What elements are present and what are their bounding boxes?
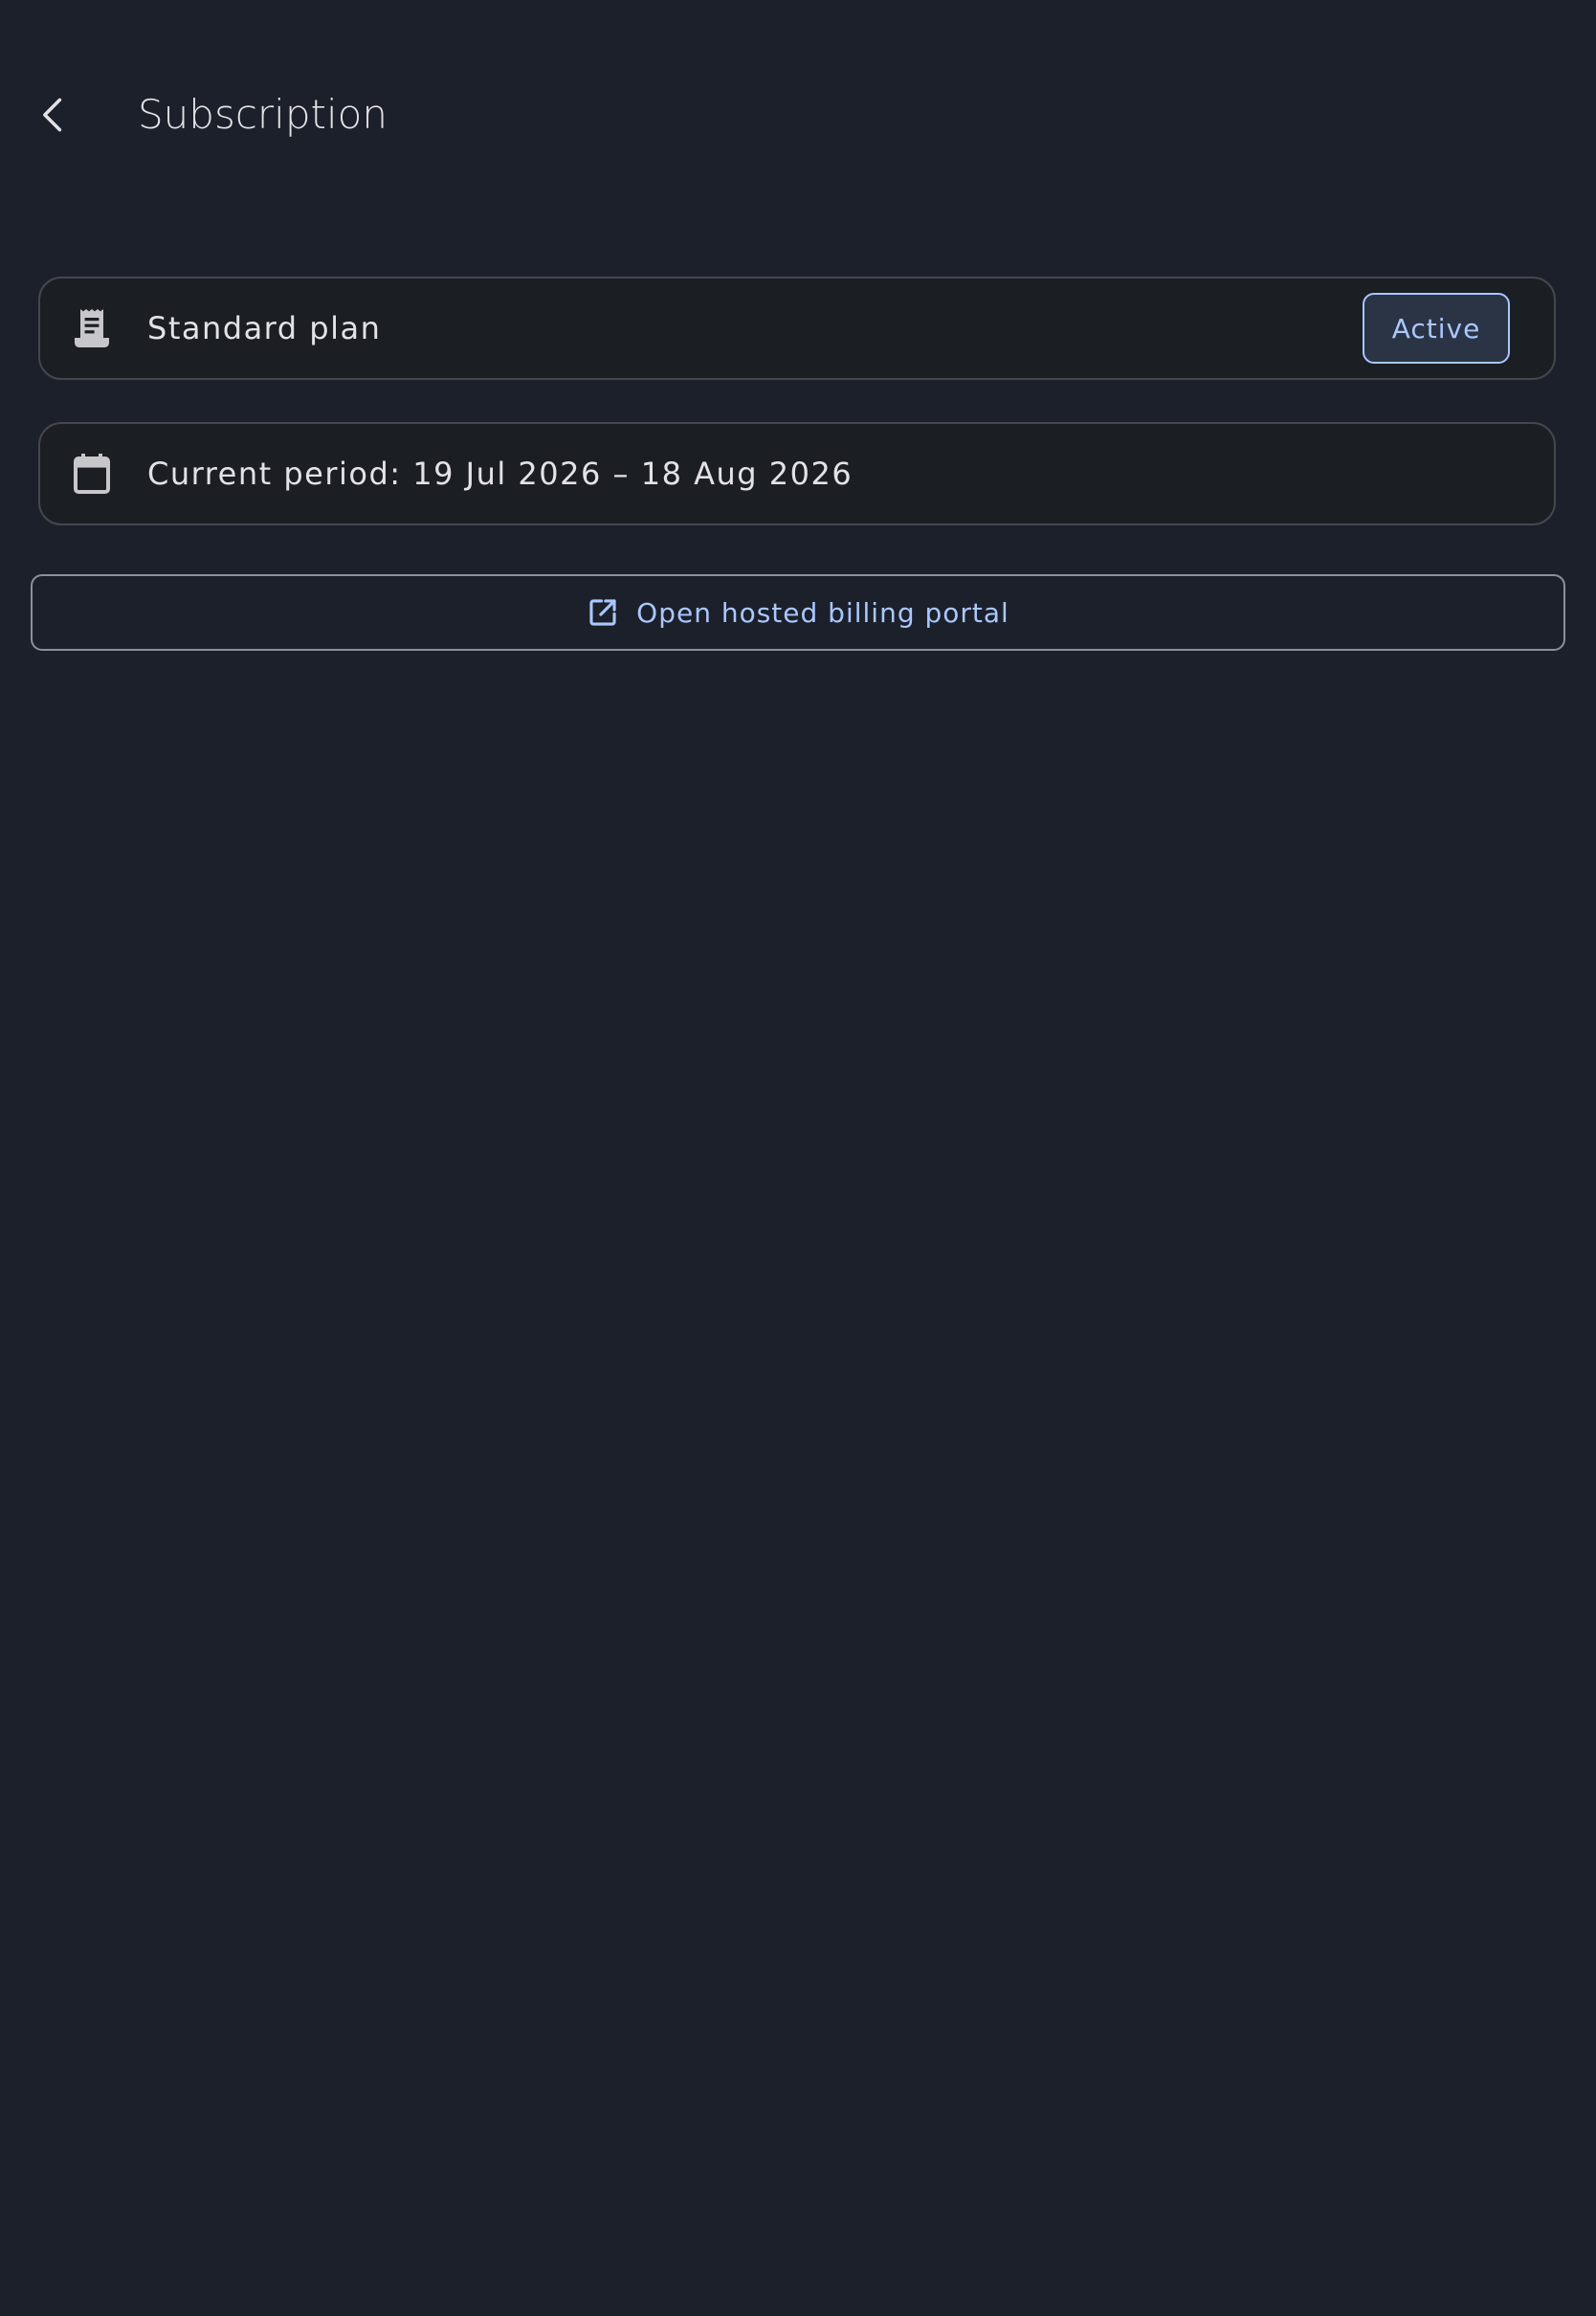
status-badge: Active [1363, 293, 1510, 364]
page-title: Subscription [138, 91, 388, 138]
calendar-icon [69, 451, 115, 497]
current-period-text: Current period: 19 Jul 2026 – 18 Aug 202… [147, 456, 853, 492]
open-billing-portal-button[interactable]: Open hosted billing portal [31, 574, 1565, 651]
chevron-left-icon [43, 98, 62, 132]
open-billing-portal-label: Open hosted billing portal [636, 596, 1009, 629]
top-app-bar: Subscription [0, 57, 1596, 172]
receipt-icon [69, 305, 115, 351]
back-button[interactable] [21, 57, 86, 172]
open-in-new-icon [589, 599, 616, 626]
plan-card: Standard plan Active [38, 277, 1556, 380]
period-card: Current period: 19 Jul 2026 – 18 Aug 202… [38, 422, 1556, 525]
plan-name: Standard plan [147, 310, 382, 346]
